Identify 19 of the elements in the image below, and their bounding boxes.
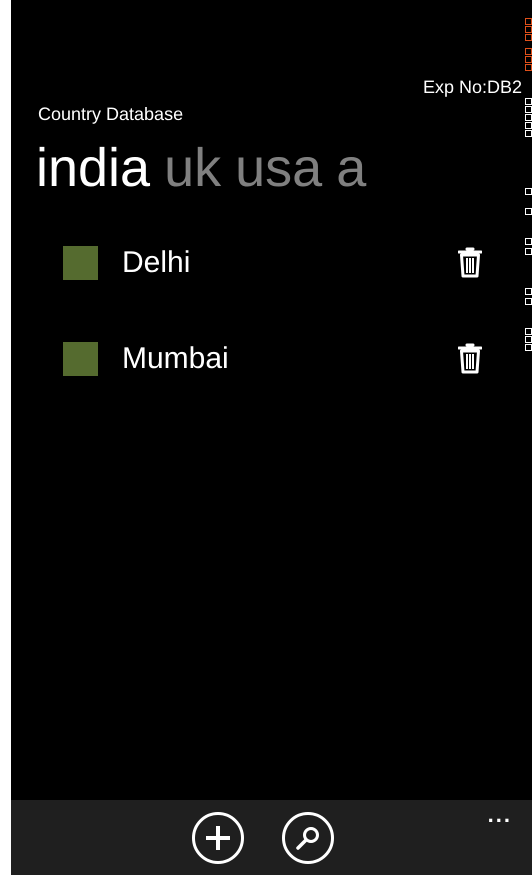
city-name[interactable]: Delhi bbox=[122, 243, 190, 283]
search-icon bbox=[294, 825, 320, 851]
plus-icon bbox=[204, 824, 232, 852]
app-title: Country Database bbox=[38, 104, 184, 124]
color-swatch bbox=[63, 246, 98, 280]
search-button[interactable] bbox=[282, 812, 334, 864]
delete-button[interactable] bbox=[458, 343, 482, 375]
color-swatch bbox=[63, 342, 98, 376]
pivot-header[interactable]: india bbox=[36, 136, 150, 200]
add-button[interactable] bbox=[192, 812, 244, 864]
experiment-label: Exp No:DB2 bbox=[422, 76, 522, 99]
trash-icon bbox=[458, 343, 482, 375]
pivot-header[interactable]: usa bbox=[235, 136, 322, 200]
delete-button[interactable] bbox=[458, 247, 482, 279]
city-name[interactable]: Mumbai bbox=[122, 339, 229, 379]
trash-icon bbox=[458, 247, 482, 279]
pivot-header[interactable]: uk bbox=[164, 136, 222, 200]
pivot-header[interactable]: a bbox=[336, 136, 366, 200]
more-button[interactable]: ... bbox=[488, 800, 512, 830]
